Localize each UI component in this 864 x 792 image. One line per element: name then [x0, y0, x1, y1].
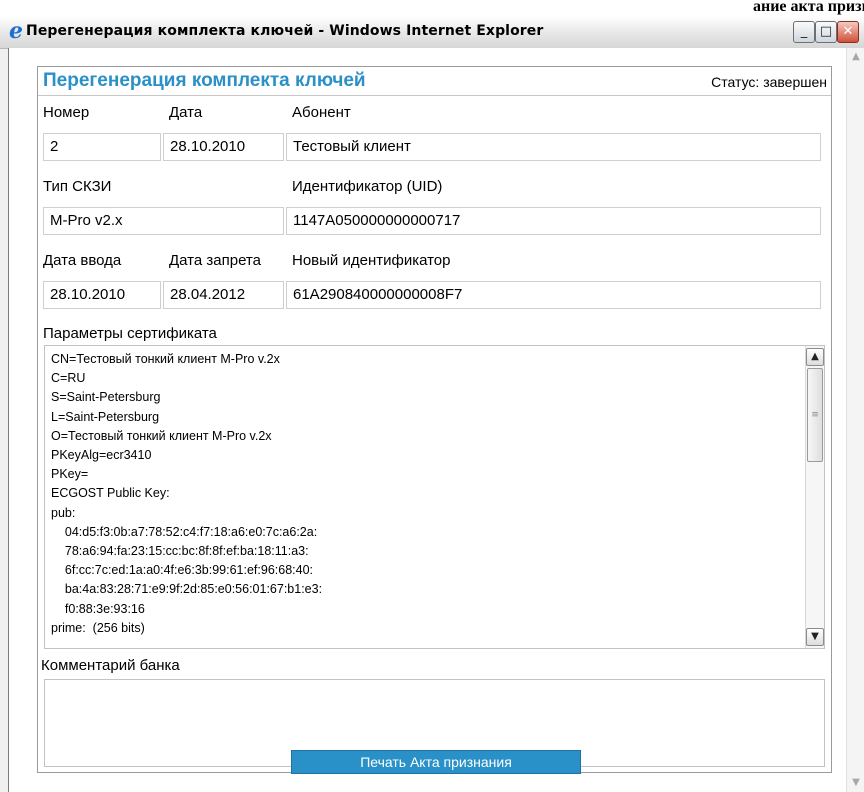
- skzi-type-field[interactable]: M-Pro v2.x: [43, 207, 284, 235]
- skzi-type-label: Тип СКЗИ: [43, 178, 112, 195]
- window-title: Перегенерация комплекта ключей - Windows…: [26, 23, 544, 39]
- number-field[interactable]: 2: [43, 133, 161, 161]
- ie-window: e Перегенерация комплекта ключей - Windo…: [0, 16, 864, 792]
- certificate-line: O=Тестовый тонкий клиент M-Pro v.2x: [51, 428, 272, 443]
- ie-logo-icon: e: [9, 18, 23, 44]
- certificate-line: L=Saint-Petersburg: [51, 409, 160, 424]
- uid-label: Идентификатор (UID): [292, 178, 443, 195]
- certificate-textarea[interactable]: CN=Тестовый тонкий клиент M-Pro v.2x C=RU…: [44, 345, 825, 649]
- bank-comment-label: Комментарий банка: [41, 657, 180, 674]
- new-id-field[interactable]: 61A290840000000008F7: [286, 281, 821, 309]
- regeneration-panel: Перегенерация комплекта ключей Статус: з…: [37, 66, 832, 773]
- certificate-line: pub:: [51, 505, 76, 520]
- certificate-scroll-down-icon[interactable]: ▼: [806, 628, 824, 646]
- number-label: Номер: [43, 104, 90, 121]
- ban-date-field[interactable]: 28.04.2012: [163, 281, 284, 309]
- print-act-button[interactable]: Печать Акта признания: [291, 750, 581, 774]
- certificate-text: CN=Тестовый тонкий клиент M-Pro v.2x C=RU…: [51, 350, 803, 638]
- browser-viewport: ▲ ▼ Перегенерация комплекта ключей Стату…: [8, 48, 864, 792]
- certificate-label: Параметры сертификата: [43, 325, 217, 342]
- page-scroll-down-icon[interactable]: ▼: [847, 774, 864, 792]
- maximize-button[interactable]: □: [815, 21, 837, 43]
- page-scroll-up-icon[interactable]: ▲: [847, 48, 864, 66]
- uid-field[interactable]: 1147A050000000000717: [286, 207, 821, 235]
- certificate-scroll-up-icon[interactable]: ▲: [806, 348, 824, 366]
- panel-title: Перегенерация комплекта ключей: [43, 70, 366, 91]
- input-date-field[interactable]: 28.10.2010: [43, 281, 161, 309]
- subscriber-field[interactable]: Тестовый клиент: [286, 133, 821, 161]
- minimize-button[interactable]: _: [793, 21, 815, 43]
- background-document-tail: ание акта признан: [752, 0, 864, 15]
- status-text: Статус: завершен: [711, 74, 827, 90]
- subscriber-label: Абонент: [292, 104, 351, 121]
- certificate-line: ECGOST Public Key:: [51, 486, 170, 501]
- panel-header: Перегенерация комплекта ключей Статус: з…: [38, 67, 831, 96]
- certificate-line: 78:a6:94:fa:23:15:cc:bc:8f:8f:ef:ba:18:1…: [51, 544, 309, 559]
- certificate-line: prime: (256 bits): [51, 620, 145, 635]
- input-date-label: Дата ввода: [43, 252, 122, 269]
- new-id-label: Новый идентификатор: [292, 252, 451, 269]
- certificate-line: C=RU: [51, 371, 86, 386]
- certificate-scroll-thumb[interactable]: ≡: [807, 368, 823, 462]
- certificate-scrollbar[interactable]: ▲ ≡ ▼: [805, 346, 824, 648]
- close-button[interactable]: ✕: [837, 21, 859, 43]
- certificate-line: CN=Тестовый тонкий клиент M-Pro v.2x: [51, 352, 280, 366]
- date-label: Дата: [169, 104, 203, 121]
- date-field[interactable]: 28.10.2010: [163, 133, 284, 161]
- ban-date-label: Дата запрета: [169, 252, 261, 269]
- certificate-line: 04:d5:f3:0b:a7:78:52:c4:f7:18:a6:e0:7c:a…: [51, 524, 318, 539]
- certificate-line: PKey=: [51, 467, 89, 482]
- certificate-line: PKeyAlg=ecr3410: [51, 448, 152, 463]
- page-scrollbar[interactable]: ▲ ▼: [846, 48, 864, 792]
- certificate-line: f0:88:3e:93:16: [51, 601, 145, 616]
- certificate-line: 6f:cc:7c:ed:1a:a0:4f:e6:3b:99:61:ef:96:6…: [51, 563, 313, 578]
- window-titlebar[interactable]: e Перегенерация комплекта ключей - Windo…: [0, 16, 864, 49]
- certificate-line: S=Saint-Petersburg: [51, 390, 161, 405]
- certificate-line: ba:4a:83:28:71:e9:9f:2d:85:e0:56:01:67:b…: [51, 582, 323, 597]
